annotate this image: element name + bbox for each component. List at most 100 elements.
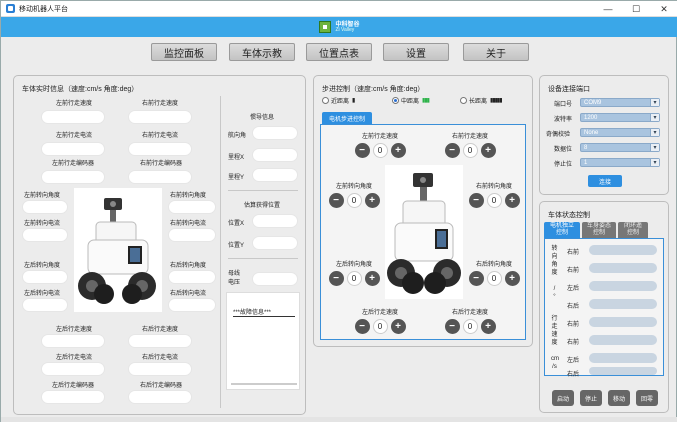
radio-near-dot <box>322 97 329 104</box>
chevron-down-icon: ▾ <box>650 159 659 166</box>
fault-info-title: ***故障信息*** <box>233 310 272 316</box>
rb-walk-encoder-field <box>128 390 192 404</box>
label-rf-walk-speed: 右前行走速度 <box>142 101 179 107</box>
device-connection-panel: 设备连接端口 端口号 COM9 ▾ 波特率 1200 ▾ 奇偶校验 None ▾… <box>539 75 669 195</box>
fault-scrollbar[interactable] <box>231 383 297 385</box>
lf-walk-speed-minus-button[interactable]: − <box>354 143 370 158</box>
label-lb-steer-current: 左后转向电流 <box>24 291 61 297</box>
stopbits-select[interactable]: 1 ▾ <box>580 158 660 167</box>
status-steer-rb-field <box>589 299 657 309</box>
lf-steer-angle-minus-button[interactable]: − <box>328 193 344 208</box>
mode-near-radio[interactable]: 近距离 ▮ <box>322 96 355 105</box>
tab-motor-independent[interactable]: 电机独立 控制 <box>544 222 580 238</box>
label-lf-walk-encoder: 左前行走编码器 <box>52 161 95 167</box>
status-walk-lb-field <box>589 353 657 363</box>
lf-walk-speed-field <box>41 110 105 124</box>
minimize-button[interactable]: — <box>594 1 622 17</box>
lb-steer-angle-minus-button[interactable]: − <box>328 271 344 286</box>
step-control-title: 步进控制（速度:cm/s 角度:deg） <box>322 86 425 93</box>
rb-walk-speed-plus-button[interactable]: + <box>480 319 496 334</box>
nav-settings-button[interactable]: 设置 <box>383 43 449 61</box>
fault-info-box[interactable]: ***故障信息*** <box>226 292 300 390</box>
inertial-nav-title: 惯导信息 <box>250 115 275 121</box>
mode-near-bars: ▮ <box>352 98 355 104</box>
nav-teach-button[interactable]: 车体示教 <box>229 43 295 61</box>
tab-closed-loop[interactable]: 闭环遥 控制 <box>618 222 648 238</box>
rb-steer-current-field <box>168 298 216 312</box>
ctrl-rf-steer-angle: 右前转向角度 − 0 + <box>465 181 523 211</box>
position-y-field <box>252 236 298 250</box>
lf-steer-angle-value: 0 <box>346 193 362 208</box>
mode-far-radio[interactable]: 长距离 ▮▮▮▮▮ <box>460 96 502 105</box>
ctrl-lf-walk-speed-label: 左前行走速度 <box>361 134 398 140</box>
robot-image <box>74 188 162 312</box>
rb-walk-speed-minus-button[interactable]: − <box>444 319 460 334</box>
fault-title-underline <box>233 316 295 317</box>
bus-voltage-field <box>252 272 298 286</box>
status-row-label-8: 右后 <box>567 372 580 378</box>
rb-steer-angle-minus-button[interactable]: − <box>468 271 484 286</box>
parity-value: None <box>584 129 599 136</box>
lb-steer-angle-plus-button[interactable]: + <box>364 271 380 286</box>
position-x-field <box>252 214 298 228</box>
baud-select[interactable]: 1200 ▾ <box>580 113 660 122</box>
label-rf-walk-current: 右前行走电流 <box>142 133 179 139</box>
label-databits: 数据位 <box>554 147 573 153</box>
maximize-button[interactable]: ☐ <box>622 1 650 17</box>
app-window: 移动机器人平台 — ☐ ✕ 中科智谷 Zi Valley 监控面板 车体示教 位… <box>0 0 677 422</box>
lb-walk-speed-minus-button[interactable]: − <box>354 319 370 334</box>
status-control-panel: 车体状态控制 电机独立 控制 车身姿态 控制 闭环遥 控制 转 向 角 度 / … <box>539 201 669 413</box>
step-control-panel: 步进控制（速度:cm/s 角度:deg） 近距离 ▮ 中距离 ▮▮▮ 长距离 ▮… <box>313 75 533 347</box>
lb-walk-speed-plus-button[interactable]: + <box>390 319 406 334</box>
lf-steer-current-field <box>22 228 68 242</box>
connect-button[interactable]: 连接 <box>588 175 622 187</box>
mode-mid-radio[interactable]: 中距离 ▮▮▮ <box>392 96 430 105</box>
rf-steer-angle-minus-button[interactable]: − <box>468 193 484 208</box>
rf-walk-speed-minus-button[interactable]: − <box>444 143 460 158</box>
realtime-panel: 车体实时信息（速度:cm/s 角度:deg） 左前行走速度 右前行走速度 左前行… <box>13 75 306 415</box>
label-lb-steer-angle: 左后转向角度 <box>24 263 61 269</box>
mode-far-bars: ▮▮▮▮▮ <box>490 98 502 104</box>
rf-walk-speed-plus-button[interactable]: + <box>480 143 496 158</box>
label-rb-steer-angle: 右后转向角度 <box>170 263 207 269</box>
tab-body-pose[interactable]: 车身姿态 控制 <box>582 222 616 238</box>
close-button[interactable]: ✕ <box>650 1 677 17</box>
label-rb-walk-encoder: 右后行走编码器 <box>140 383 183 389</box>
tab-motor-step-control[interactable]: 电机步进控制 <box>322 112 372 124</box>
rb-steer-angle-plus-button[interactable]: + <box>504 271 520 286</box>
nav-about-button[interactable]: 关于 <box>463 43 529 61</box>
lb-steer-angle-field <box>22 270 68 284</box>
nav-monitor-button[interactable]: 监控面板 <box>151 43 217 61</box>
estimated-position-title: 估算获得位置 <box>244 203 281 209</box>
lb-steer-angle-value: 0 <box>346 271 362 286</box>
lf-steer-angle-plus-button[interactable]: + <box>364 193 380 208</box>
port-select[interactable]: COM9 ▾ <box>580 98 660 107</box>
home-button[interactable]: 回零 <box>636 390 658 406</box>
rf-walk-encoder-field <box>128 170 192 184</box>
lf-walk-speed-value: 0 <box>372 143 388 158</box>
rb-steer-angle-value: 0 <box>486 271 502 286</box>
label-rf-steer-current: 右前转向电流 <box>170 221 207 227</box>
move-button[interactable]: 移动 <box>608 390 630 406</box>
parity-select[interactable]: None ▾ <box>580 128 660 137</box>
ctrl-rb-steer-angle: 右后转向角度 − 0 + <box>465 259 523 289</box>
status-row-label-6: 右前 <box>567 340 580 346</box>
chevron-down-icon: ▾ <box>650 129 659 136</box>
ctrl-rf-steer-angle-label: 右前转向角度 <box>475 184 512 190</box>
status-row-label-5: 右前 <box>567 322 580 328</box>
status-steer-lb-field <box>589 281 657 291</box>
stop-button[interactable]: 停止 <box>580 390 602 406</box>
chevron-down-icon: ▾ <box>650 99 659 106</box>
ctrl-rf-walk-speed-label: 右前行走速度 <box>451 134 488 140</box>
start-button[interactable]: 启动 <box>552 390 574 406</box>
lf-walk-speed-plus-button[interactable]: + <box>390 143 406 158</box>
nav-points-button[interactable]: 位置点表 <box>306 43 372 61</box>
label-lb-walk-speed: 左后行走速度 <box>56 327 93 333</box>
heading-field <box>252 126 298 140</box>
databits-select[interactable]: 8 ▾ <box>580 143 660 152</box>
rb-walk-current-field <box>128 362 192 376</box>
label-rf-walk-encoder: 右前行走编码器 <box>140 161 183 167</box>
rb-steer-angle-field <box>168 270 216 284</box>
rf-steer-angle-plus-button[interactable]: + <box>504 193 520 208</box>
ctrl-rf-walk-speed: 右前行走速度 − 0 + <box>437 131 503 161</box>
